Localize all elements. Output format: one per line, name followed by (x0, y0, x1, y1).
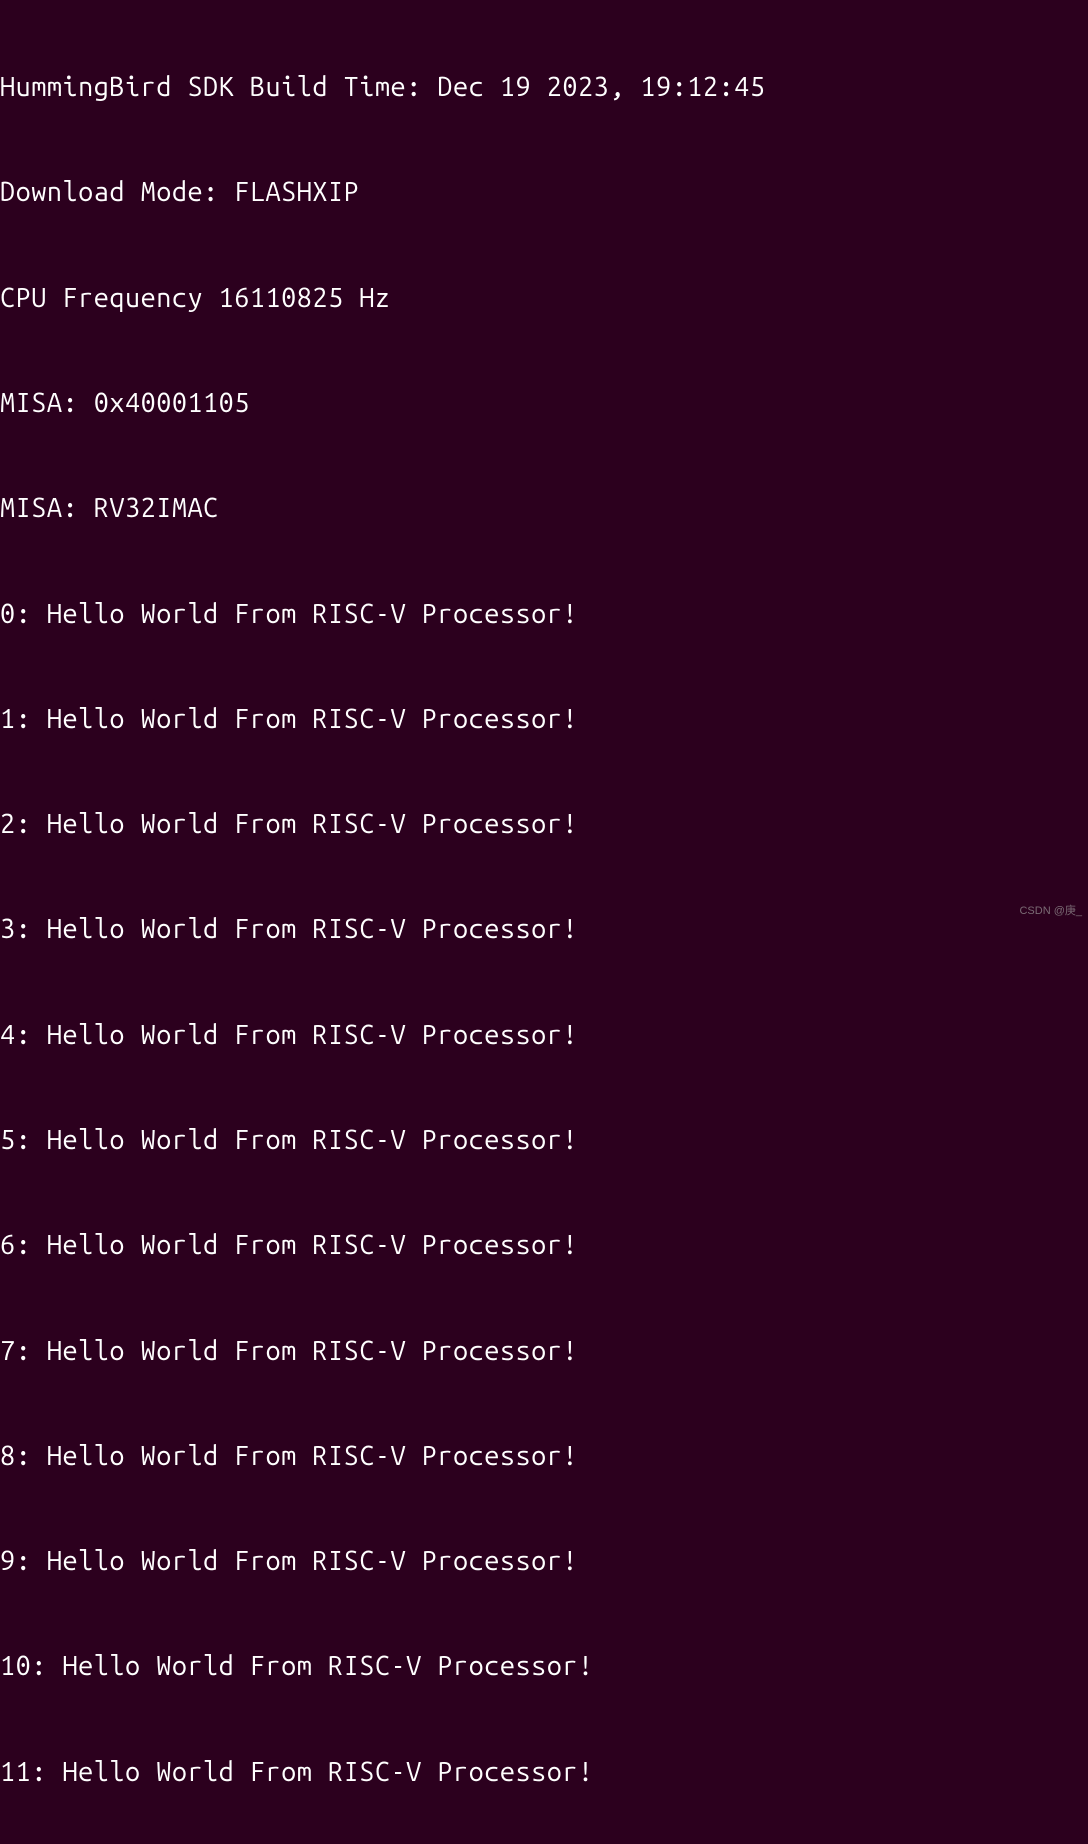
build-time-line: HummingBird SDK Build Time: Dec 19 2023,… (0, 70, 1088, 105)
hello-line: 9: Hello World From RISC-V Processor! (0, 1544, 1088, 1579)
hello-line: 4: Hello World From RISC-V Processor! (0, 1018, 1088, 1053)
hello-line: 8: Hello World From RISC-V Processor! (0, 1439, 1088, 1474)
hello-line: 7: Hello World From RISC-V Processor! (0, 1334, 1088, 1369)
hello-line: 3: Hello World From RISC-V Processor! (0, 912, 1088, 947)
hello-line: 5: Hello World From RISC-V Processor! (0, 1123, 1088, 1158)
hello-line: 2: Hello World From RISC-V Processor! (0, 807, 1088, 842)
hello-line: 11: Hello World From RISC-V Processor! (0, 1755, 1088, 1790)
hello-line: 6: Hello World From RISC-V Processor! (0, 1228, 1088, 1263)
terminal-output[interactable]: HummingBird SDK Build Time: Dec 19 2023,… (0, 0, 1088, 1844)
watermark-text: CSDN @庚_ (1019, 904, 1082, 918)
misa-hex-line: MISA: 0x40001105 (0, 386, 1088, 421)
hello-line: 1: Hello World From RISC-V Processor! (0, 702, 1088, 737)
misa-isa-line: MISA: RV32IMAC (0, 491, 1088, 526)
hello-line: 10: Hello World From RISC-V Processor! (0, 1649, 1088, 1684)
download-mode-line: Download Mode: FLASHXIP (0, 175, 1088, 210)
hello-line: 0: Hello World From RISC-V Processor! (0, 597, 1088, 632)
cpu-frequency-line: CPU Frequency 16110825 Hz (0, 281, 1088, 316)
